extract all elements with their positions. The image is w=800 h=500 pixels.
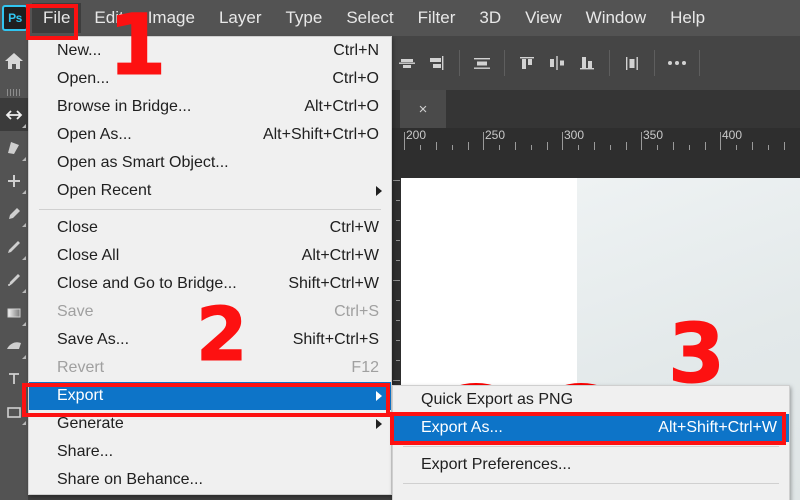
lasso-tool[interactable]	[0, 131, 28, 164]
menu-separator	[403, 483, 779, 484]
menu-item-share[interactable]: Share...	[29, 438, 391, 466]
ruler-label: 400	[722, 128, 743, 142]
help-menu-button[interactable]: Help	[659, 3, 716, 33]
submenu-arrow-icon	[376, 419, 382, 429]
submenu-arrow-icon	[376, 186, 382, 196]
annotation-step-2: 2	[196, 292, 248, 378]
menu-item-new[interactable]: New... Ctrl+N	[29, 37, 391, 65]
menu-item-label: Quick Export as PNG	[421, 391, 574, 408]
menu-item-label: Close	[57, 219, 98, 236]
photoshop-window: 200 250 300 350 400 × Ps File Edit Image…	[0, 0, 800, 500]
type-menu-button[interactable]: Type	[274, 3, 333, 33]
ruler-label: 250	[485, 128, 506, 142]
annotation-box-export	[22, 383, 390, 417]
healing-brush-tool[interactable]	[0, 230, 28, 263]
options-bar	[392, 36, 800, 90]
more-options-icon[interactable]	[662, 48, 692, 78]
distribute-horizontal-icon[interactable]	[467, 48, 497, 78]
home-icon[interactable]	[0, 36, 28, 86]
menu-item-label: Browse in Bridge...	[57, 98, 192, 115]
menu-separator	[403, 446, 779, 447]
menu-item-open-as-smart-object[interactable]: Open as Smart Object...	[29, 149, 391, 177]
menu-item-open[interactable]: Open... Ctrl+O	[29, 65, 391, 93]
distribute-vertical-icon[interactable]	[617, 48, 647, 78]
menu-item-shortcut: Shift+Ctrl+S	[292, 331, 379, 348]
menu-item-shortcut: Alt+Shift+Ctrl+O	[262, 126, 379, 143]
menu-item-shortcut: Ctrl+O	[332, 70, 379, 87]
crop-tool[interactable]	[0, 164, 28, 197]
tools-panel	[0, 36, 28, 500]
view-menu-button[interactable]: View	[514, 3, 573, 33]
brush-tool[interactable]	[0, 263, 28, 296]
tools-panel-grip[interactable]	[0, 86, 28, 98]
menu-item-label: Save	[57, 303, 94, 320]
align-bottom-edges-icon[interactable]	[572, 48, 602, 78]
menu-item-shortcut: F12	[351, 359, 379, 376]
menu-item-browse-in-bridge[interactable]: Browse in Bridge... Alt+Ctrl+O	[29, 93, 391, 121]
menu-item-label: Save As...	[57, 331, 130, 348]
align-top-edges-icon[interactable]	[512, 48, 542, 78]
menu-item-label: Export Preferences...	[421, 456, 572, 473]
quick-export-as-png-menu-item[interactable]: Quick Export as PNG	[393, 386, 789, 414]
menu-item-open-recent[interactable]: Open Recent	[29, 177, 391, 205]
window-menu-button[interactable]: Window	[575, 3, 657, 33]
align-horizontal-centers-icon[interactable]	[542, 48, 572, 78]
menu-item-label: Generate	[57, 415, 124, 432]
annotation-step-1: 1	[107, 0, 167, 94]
photoshop-logo-icon: Ps	[2, 5, 28, 31]
menu-separator	[39, 209, 381, 210]
menu-item-shortcut: Ctrl+S	[334, 303, 379, 320]
annotation-box-file	[26, 4, 78, 40]
dodge-tool[interactable]	[0, 329, 28, 362]
document-tab[interactable]: ×	[400, 90, 446, 128]
select-menu-button[interactable]: Select	[335, 3, 404, 33]
ruler-origin-corner	[392, 128, 400, 150]
file-dropdown-menu: New... Ctrl+N Open... Ctrl+O Browse in B…	[28, 36, 392, 495]
annotation-box-export-as	[390, 412, 786, 445]
menu-item-label: Share...	[57, 443, 114, 460]
eyedropper-tool[interactable]	[0, 197, 28, 230]
menu-item-label: Open Recent	[57, 182, 152, 199]
menu-item-shortcut: Alt+Ctrl+O	[304, 98, 379, 115]
horizontal-ruler: 200 250 300 350 400	[392, 128, 800, 150]
ruler-gutter	[392, 150, 800, 160]
annotation-step-3: 3	[667, 307, 726, 402]
save-for-web-legacy-menu-item[interactable]	[393, 488, 789, 500]
menu-item-label: Share on Behance...	[57, 471, 203, 488]
align-vertical-centers-icon[interactable]	[392, 48, 422, 78]
menu-item-open-as[interactable]: Open As... Alt+Shift+Ctrl+O	[29, 121, 391, 149]
menu-item-shortcut: Ctrl+N	[333, 42, 379, 59]
ruler-label: 300	[564, 128, 585, 142]
menu-item-shortcut: Alt+Ctrl+W	[301, 247, 379, 264]
layer-menu-button[interactable]: Layer	[208, 3, 273, 33]
menu-item-close[interactable]: Close Ctrl+W	[29, 214, 391, 242]
threed-menu-button[interactable]: 3D	[468, 3, 512, 33]
close-icon[interactable]: ×	[419, 102, 428, 117]
move-tool[interactable]	[0, 98, 28, 131]
menu-item-shortcut: Ctrl+W	[329, 219, 379, 236]
menu-item-label: Revert	[57, 359, 105, 376]
filter-menu-button[interactable]: Filter	[407, 3, 467, 33]
gradient-tool[interactable]	[0, 296, 28, 329]
menu-item-label: Close and Go to Bridge...	[57, 275, 237, 292]
menu-item-label: Open As...	[57, 126, 132, 143]
export-preferences-menu-item[interactable]: Export Preferences...	[393, 451, 789, 479]
ruler-label: 200	[406, 128, 427, 142]
menu-item-label: Open...	[57, 70, 110, 87]
menu-item-label: Open as Smart Object...	[57, 154, 229, 171]
menu-item-label: New...	[57, 42, 102, 59]
align-right-edges-icon[interactable]	[422, 48, 452, 78]
menu-item-close-all[interactable]: Close All Alt+Ctrl+W	[29, 242, 391, 270]
ruler-label: 350	[643, 128, 664, 142]
menu-item-label: Close All	[57, 247, 120, 264]
menu-item-share-on-behance[interactable]: Share on Behance...	[29, 466, 391, 494]
document-tab-strip: ×	[392, 90, 800, 128]
menu-item-shortcut: Shift+Ctrl+W	[288, 275, 379, 292]
